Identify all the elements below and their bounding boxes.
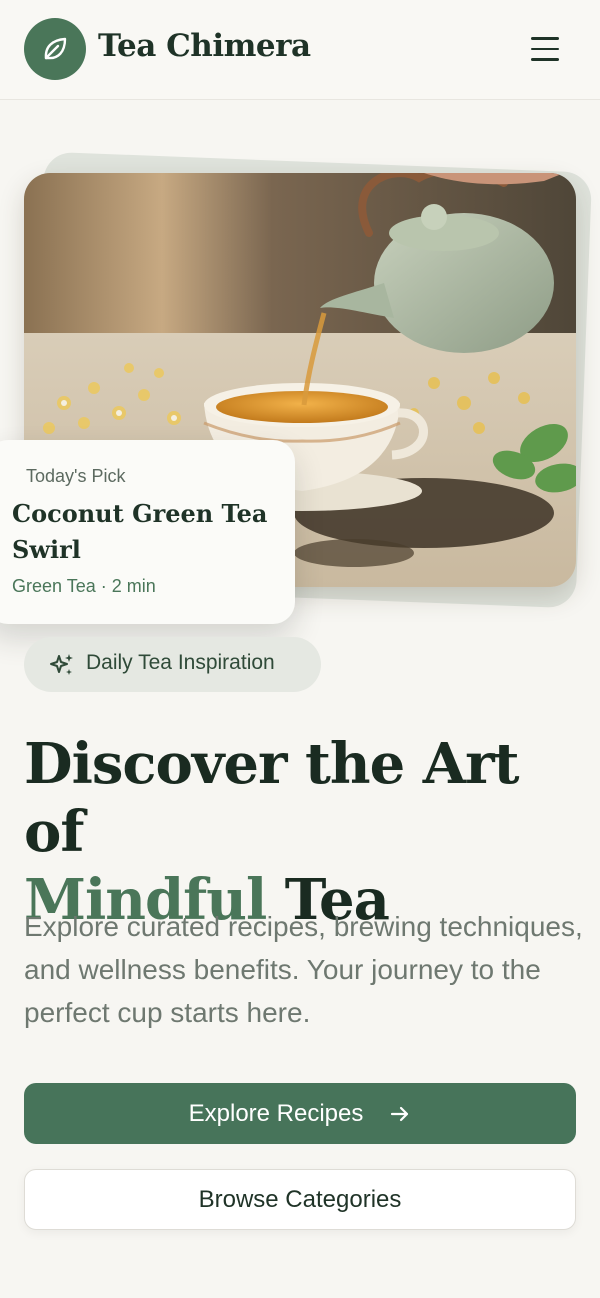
arrow-right-icon <box>391 1106 409 1121</box>
top-nav-bar: Tea Chimera <box>0 0 600 100</box>
brand-name[interactable]: Tea Chimera <box>98 28 311 64</box>
browse-categories-label: Browse Categories <box>198 1185 402 1213</box>
explore-recipes-button[interactable]: Explore Recipes <box>24 1083 576 1144</box>
pick-label: Today's Pick <box>26 466 126 486</box>
hero-description: Explore curated recipes, brewing techniq… <box>24 911 583 1028</box>
sparkles-icon <box>50 654 73 675</box>
hamburger-menu-icon[interactable] <box>526 30 564 68</box>
badge-label: Daily Tea Inspiration <box>86 651 275 674</box>
explore-recipes-label: Explore Recipes <box>188 1099 364 1127</box>
pick-title[interactable]: Coconut Green Tea Swirl <box>12 496 272 568</box>
browse-categories-button[interactable]: Browse Categories <box>24 1169 576 1230</box>
hero-headline: Discover the Art of Mindful Tea <box>24 730 584 934</box>
pick-meta: Green Tea · 2 min <box>12 576 156 596</box>
leaf-icon <box>44 37 67 60</box>
logo[interactable] <box>24 18 86 80</box>
headline-line1: Discover the Art of <box>24 731 520 865</box>
